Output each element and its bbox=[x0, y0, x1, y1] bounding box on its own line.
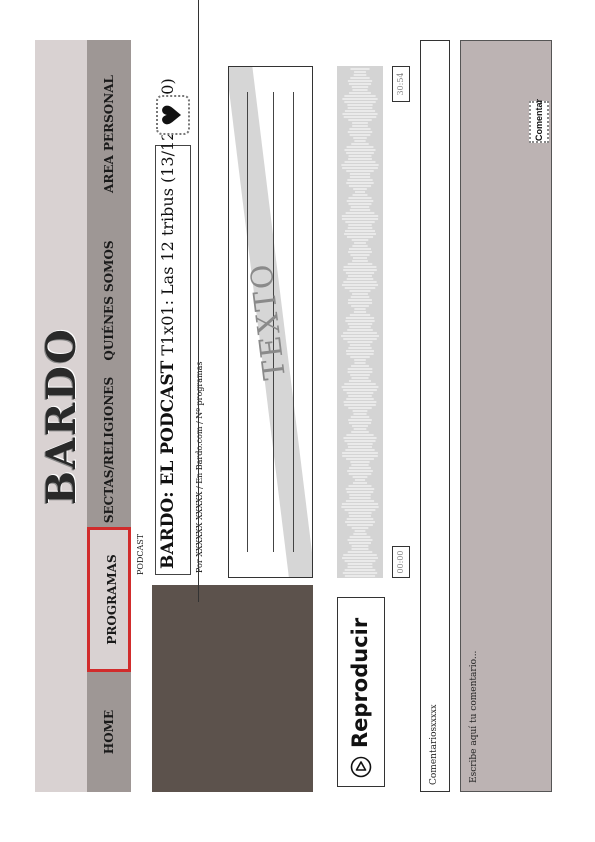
nav-item-area-personal[interactable]: AREA PERSONAL bbox=[87, 40, 131, 228]
nav-item-quienes-somos[interactable]: QUIÉNES SOMOS bbox=[87, 228, 131, 373]
nav-item-sectas-religiones[interactable]: SECTAS/RELIGIONES bbox=[87, 373, 131, 527]
comments-label: Comentarios bbox=[429, 726, 439, 785]
play-icon bbox=[350, 756, 372, 778]
text-placeholder: TEXTO bbox=[243, 260, 294, 382]
episode-title: BARDO: EL PODCAST T1x01: Las 12 tribus (… bbox=[158, 78, 178, 569]
episode-image-placeholder bbox=[152, 585, 313, 792]
text-block: TEXTO bbox=[228, 66, 313, 578]
comments-header: Comentarios xxxxx bbox=[420, 40, 450, 792]
time-end: 30:54 bbox=[392, 66, 410, 102]
comment-input[interactable]: Escribe aquí tu comentario... Comentar bbox=[460, 40, 552, 792]
nav-item-programas[interactable]: PROGRAMAS bbox=[87, 527, 131, 672]
play-button[interactable]: Reproducir bbox=[337, 597, 385, 787]
time-start: 00:00 bbox=[392, 546, 410, 578]
nav-item-home[interactable]: HOME bbox=[87, 672, 131, 792]
heart-icon[interactable]: ♥ bbox=[156, 95, 190, 135]
section-tag: PODCAST bbox=[136, 533, 145, 575]
main-nav: HOME PROGRAMAS SECTAS/RELIGIONES QUIÉNES… bbox=[87, 40, 131, 792]
comment-submit-button[interactable]: Comentar bbox=[529, 99, 549, 143]
episode-byline: Por XXXXXX XXXXX / En Bardo.com / Nº pro… bbox=[195, 361, 204, 573]
play-label: Reproducir bbox=[348, 617, 372, 748]
audio-waveform[interactable] bbox=[337, 66, 383, 578]
divider-line bbox=[198, 0, 199, 602]
episode-title-bold: BARDO: EL PODCAST bbox=[158, 360, 178, 569]
comments-count: xxxxx bbox=[429, 704, 438, 727]
site-title[interactable]: BARDO bbox=[35, 40, 87, 792]
comment-placeholder: Escribe aquí tu comentario... bbox=[469, 650, 479, 783]
